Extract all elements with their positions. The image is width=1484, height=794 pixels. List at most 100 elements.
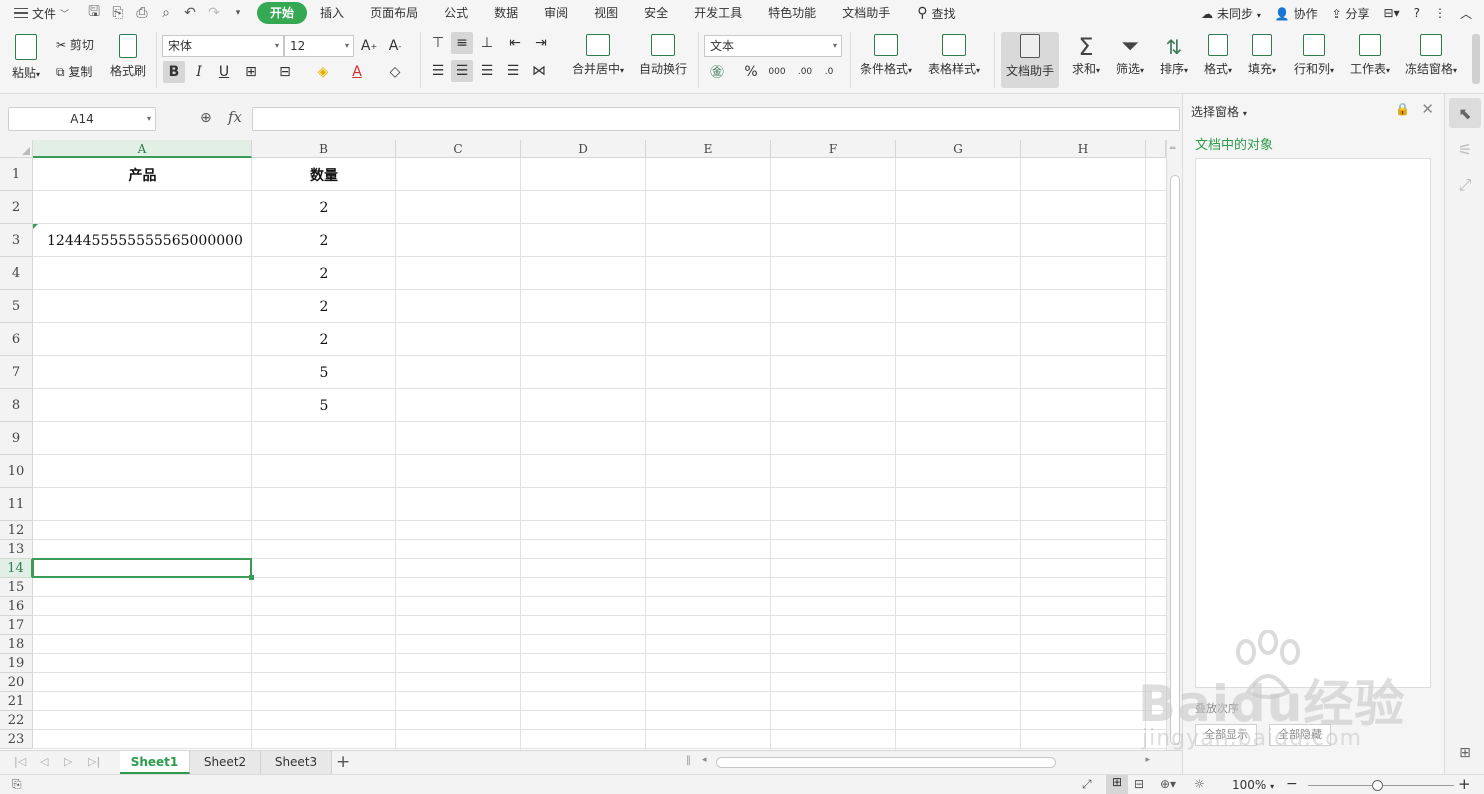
scroll-split-icon[interactable]: ═ xyxy=(1170,144,1175,154)
cell-b8[interactable]: 5 xyxy=(252,389,396,422)
zoom-slider-thumb[interactable] xyxy=(1372,780,1383,791)
row-header-6[interactable]: 6 xyxy=(0,323,33,356)
row-header-21[interactable]: 21 xyxy=(0,692,33,711)
cell-a3[interactable]: 1244455555555565000000 xyxy=(33,224,252,257)
tab-insert[interactable]: 插入 xyxy=(307,2,357,24)
border-icon[interactable]: ⊞ xyxy=(240,61,262,83)
decrease-decimal-icon[interactable]: .0 xyxy=(818,61,840,83)
row-header-13[interactable]: 13 xyxy=(0,540,33,559)
zoom-in-icon[interactable]: + xyxy=(1458,775,1471,793)
row-header-19[interactable]: 19 xyxy=(0,654,33,673)
print-icon[interactable]: ⎙ xyxy=(133,4,151,22)
bold-button[interactable]: B xyxy=(163,61,185,83)
cursor-icon[interactable]: ⬉ xyxy=(1449,98,1481,128)
scroll-left-icon[interactable]: ◂ xyxy=(702,755,707,765)
cell-b2[interactable]: 2 xyxy=(252,191,396,224)
align-bottom-icon[interactable]: ⊥ xyxy=(476,32,498,54)
sheet-tab-sheet2[interactable]: Sheet2 xyxy=(190,751,261,774)
underline-button[interactable]: U xyxy=(213,61,235,83)
row-header-1[interactable]: 1 xyxy=(0,158,33,191)
row-header-10[interactable]: 10 xyxy=(0,455,33,488)
show-all-button[interactable]: 全部显示 xyxy=(1195,724,1257,746)
font-name-select[interactable]: 宋体 ▾ xyxy=(162,35,284,57)
tab-data[interactable]: 数据 xyxy=(481,2,531,24)
italic-button[interactable]: I xyxy=(188,61,210,83)
conditional-format-button[interactable]: 条件格式▾ xyxy=(856,34,916,77)
tab-formulas[interactable]: 公式 xyxy=(431,2,481,24)
row-header-20[interactable]: 20 xyxy=(0,673,33,692)
print-preview-icon[interactable]: ⌕ xyxy=(157,4,175,22)
customize-qat-icon[interactable]: ▾ xyxy=(229,4,247,22)
row-header-2[interactable]: 2 xyxy=(0,191,33,224)
transform-icon[interactable]: ⤢ xyxy=(1449,170,1481,200)
row-header-22[interactable]: 22 xyxy=(0,711,33,730)
justify-icon[interactable]: ☰ xyxy=(502,60,524,82)
number-format-select[interactable]: 文本 ▾ xyxy=(704,35,842,57)
tab-view[interactable]: 视图 xyxy=(581,2,631,24)
fill-color-icon[interactable]: ◈ xyxy=(312,61,334,83)
align-right-icon[interactable]: ☰ xyxy=(476,60,498,82)
cell-b6[interactable]: 2 xyxy=(252,323,396,356)
ribbon-scroll[interactable] xyxy=(1472,34,1480,84)
wrap-text-button[interactable]: 自动换行 xyxy=(636,34,690,77)
increase-font-icon[interactable]: A + xyxy=(358,35,380,57)
cell-b1[interactable]: 数量 xyxy=(252,158,396,191)
tab-review[interactable]: 审阅 xyxy=(531,2,581,24)
row-header-15[interactable]: 15 xyxy=(0,578,33,597)
column-header-a[interactable]: A xyxy=(33,140,252,158)
column-header-b[interactable]: B xyxy=(252,140,396,158)
save-icon[interactable]: 🖫 xyxy=(85,4,103,22)
cell-style-icon[interactable]: ⊟ xyxy=(274,61,296,83)
column-header-d[interactable]: D xyxy=(521,140,646,158)
column-header-c[interactable]: C xyxy=(396,140,521,158)
scroll-right-icon[interactable]: ▸ xyxy=(1145,755,1150,765)
active-cell-a14[interactable] xyxy=(32,558,254,580)
decrease-indent-icon[interactable]: ⇤ xyxy=(504,32,526,54)
tab-doc-assistant[interactable]: 文档助手 xyxy=(829,2,903,24)
row-header-23[interactable]: 23 xyxy=(0,730,33,749)
search-button[interactable]: ⚲ 查找 xyxy=(917,5,955,22)
tab-developer[interactable]: 开发工具 xyxy=(681,2,755,24)
vertical-scroll-thumb[interactable] xyxy=(1170,175,1180,745)
row-header-5[interactable]: 5 xyxy=(0,290,33,323)
reading-mode-icon[interactable]: ⊕▾ xyxy=(1160,777,1176,791)
sync-button[interactable]: ☁ 未同步 ▾ xyxy=(1201,5,1261,22)
row-header-16[interactable]: 16 xyxy=(0,597,33,616)
cut-button[interactable]: ✂ 剪切 xyxy=(56,36,94,53)
close-icon[interactable]: ✕ xyxy=(1421,100,1434,118)
row-header-3[interactable]: 3 xyxy=(0,224,33,257)
filter-button[interactable]: ⏷ 筛选▾ xyxy=(1110,34,1150,77)
layout-icon[interactable]: ⊟▾ xyxy=(1384,6,1400,20)
merge-center-button[interactable]: 合并居中▾ xyxy=(566,34,630,77)
undo-icon[interactable]: ↶ xyxy=(181,4,199,22)
fill-button[interactable]: 填充▾ xyxy=(1242,34,1282,77)
freeze-panes-button[interactable]: 冻结窗格▾ xyxy=(1400,34,1462,77)
tab-special-features[interactable]: 特色功能 xyxy=(755,2,829,24)
collapse-ribbon-icon[interactable]: ︿ xyxy=(1460,5,1472,22)
fullscreen-icon[interactable]: ⤢ xyxy=(1082,777,1092,792)
lock-icon[interactable]: 🔒 xyxy=(1395,102,1410,116)
sort-button[interactable]: ⇅ 排序▾ xyxy=(1154,34,1194,77)
paste-button[interactable]: 粘贴▾ xyxy=(8,34,44,81)
row-header-14[interactable]: 14 xyxy=(0,559,33,578)
object-list[interactable] xyxy=(1195,158,1431,688)
font-color-icon[interactable]: A xyxy=(346,61,368,83)
increase-decimal-icon[interactable]: .00 xyxy=(794,61,816,83)
hide-all-button[interactable]: 全部隐藏 xyxy=(1269,724,1331,746)
decrease-font-icon[interactable]: A- xyxy=(384,35,406,57)
sum-button[interactable]: Σ 求和▾ xyxy=(1066,34,1106,77)
formula-input[interactable] xyxy=(252,107,1180,131)
export-pdf-icon[interactable]: ⎘ xyxy=(109,4,127,22)
row-header-17[interactable]: 17 xyxy=(0,616,33,635)
table-style-button[interactable]: 表格样式▾ xyxy=(924,34,984,77)
cell-b3[interactable]: 2 xyxy=(252,224,396,257)
currency-icon[interactable]: ㊎ xyxy=(706,61,728,83)
spreadsheet-grid[interactable]: A B C D E F G H 1 2 3 4 5 6 7 8 9 10 11 12 13 14 15 16 17 18 19 20 2… xyxy=(0,140,1166,750)
cell-a1[interactable]: 产品 xyxy=(33,158,252,191)
sheet-tab-sheet1[interactable]: Sheet1 xyxy=(120,751,190,774)
next-sheet-icon[interactable]: ▷ xyxy=(64,755,72,768)
last-sheet-icon[interactable]: ▷| xyxy=(88,755,100,768)
worksheet-button[interactable]: 工作表▾ xyxy=(1344,34,1396,77)
format-painter-button[interactable]: 格式刷 xyxy=(108,34,148,79)
eye-protection-icon[interactable]: ☼ xyxy=(1194,777,1205,791)
